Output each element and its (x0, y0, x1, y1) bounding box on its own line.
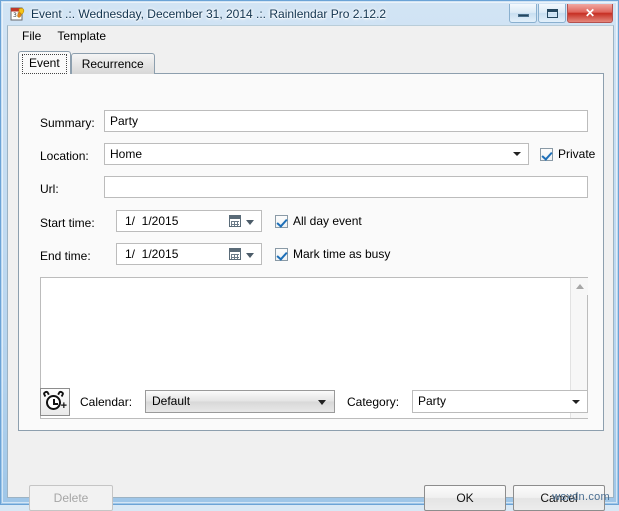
all-day-event-label: All day event (293, 214, 362, 228)
close-button[interactable]: ✕ (567, 4, 613, 23)
category-combobox[interactable]: Party (412, 390, 588, 413)
mark-time-as-busy-label: Mark time as busy (293, 247, 391, 261)
checkbox-box (540, 147, 553, 161)
checkbox-box (275, 214, 288, 228)
category-label: Category: (347, 395, 400, 409)
tab-recurrence[interactable]: Recurrence (70, 53, 155, 74)
dialog-client-area: File Template Event Recurrence Summary: … (7, 25, 614, 511)
calendar-icon (229, 248, 241, 260)
location-value: Home (110, 147, 143, 161)
category-value: Party (418, 394, 447, 408)
ok-button[interactable]: OK (424, 485, 506, 511)
minimize-button[interactable] (509, 4, 537, 23)
window-title: Event .:. Wednesday, December 31, 2014 .… (31, 7, 387, 21)
location-label: Location: (40, 149, 89, 163)
title-bar[interactable]: 31 Event .:. Wednesday, December 31, 201… (7, 4, 614, 25)
plus-icon: + (60, 400, 67, 412)
summary-label: Summary: (40, 116, 95, 130)
calendar-label: Calendar: (80, 395, 133, 409)
chevron-down-icon (246, 220, 254, 225)
chevron-down-icon (318, 400, 326, 405)
tab-strip: Event Recurrence (18, 51, 604, 74)
maximize-icon (539, 4, 565, 22)
tab-event[interactable]: Event (18, 51, 71, 74)
private-label: Private (558, 147, 596, 161)
maximize-button[interactable] (538, 4, 566, 23)
summary-input[interactable]: Party (104, 110, 588, 132)
menu-item-file[interactable]: File (14, 27, 49, 45)
start-time-value: 1/ 1/2015 (125, 214, 179, 228)
minimize-icon (510, 4, 536, 22)
calendar-icon (229, 215, 241, 227)
alarm-clock-icon (46, 395, 61, 410)
calendar-category-bar: + Calendar: Default Category: Party (19, 376, 603, 430)
checkbox-box (275, 247, 288, 261)
url-label: Url: (40, 182, 59, 196)
start-time-datepicker[interactable]: 1/ 1/2015 (116, 210, 262, 232)
scroll-up-icon[interactable] (571, 278, 588, 295)
add-alarm-button[interactable]: + (40, 388, 70, 416)
calendar-value: Default (152, 394, 191, 408)
mark-time-as-busy-checkbox[interactable]: Mark time as busy (275, 247, 390, 261)
rainlendar-app-icon: 31 (10, 6, 26, 22)
end-time-label: End time: (40, 249, 91, 263)
url-input[interactable] (104, 176, 588, 198)
chevron-down-icon (513, 152, 521, 156)
chevron-down-icon (572, 400, 580, 404)
end-time-value: 1/ 1/2015 (125, 247, 179, 261)
private-checkbox[interactable]: Private (540, 147, 595, 161)
calendar-combobox[interactable]: Default (145, 390, 335, 413)
event-dialog-window: 31 Event .:. Wednesday, December 31, 201… (0, 0, 619, 511)
tab-focus-rect (22, 54, 67, 74)
delete-button[interactable]: Delete (29, 485, 113, 511)
start-time-label: Start time: (40, 216, 95, 230)
end-time-datepicker[interactable]: 1/ 1/2015 (116, 243, 262, 265)
menu-item-template[interactable]: Template (49, 27, 114, 45)
all-day-event-checkbox[interactable]: All day event (275, 214, 362, 228)
menu-bar: File Template (8, 26, 613, 46)
window-controls: ✕ (509, 4, 613, 23)
chevron-down-icon (246, 253, 254, 258)
event-tab-page: Summary: Party Location: Home Private Ur… (18, 73, 604, 431)
watermark: wsxdn.com (552, 491, 610, 503)
close-icon: ✕ (584, 6, 596, 20)
tab-recurrence-label: Recurrence (81, 57, 144, 71)
location-combobox[interactable]: Home (104, 143, 529, 165)
